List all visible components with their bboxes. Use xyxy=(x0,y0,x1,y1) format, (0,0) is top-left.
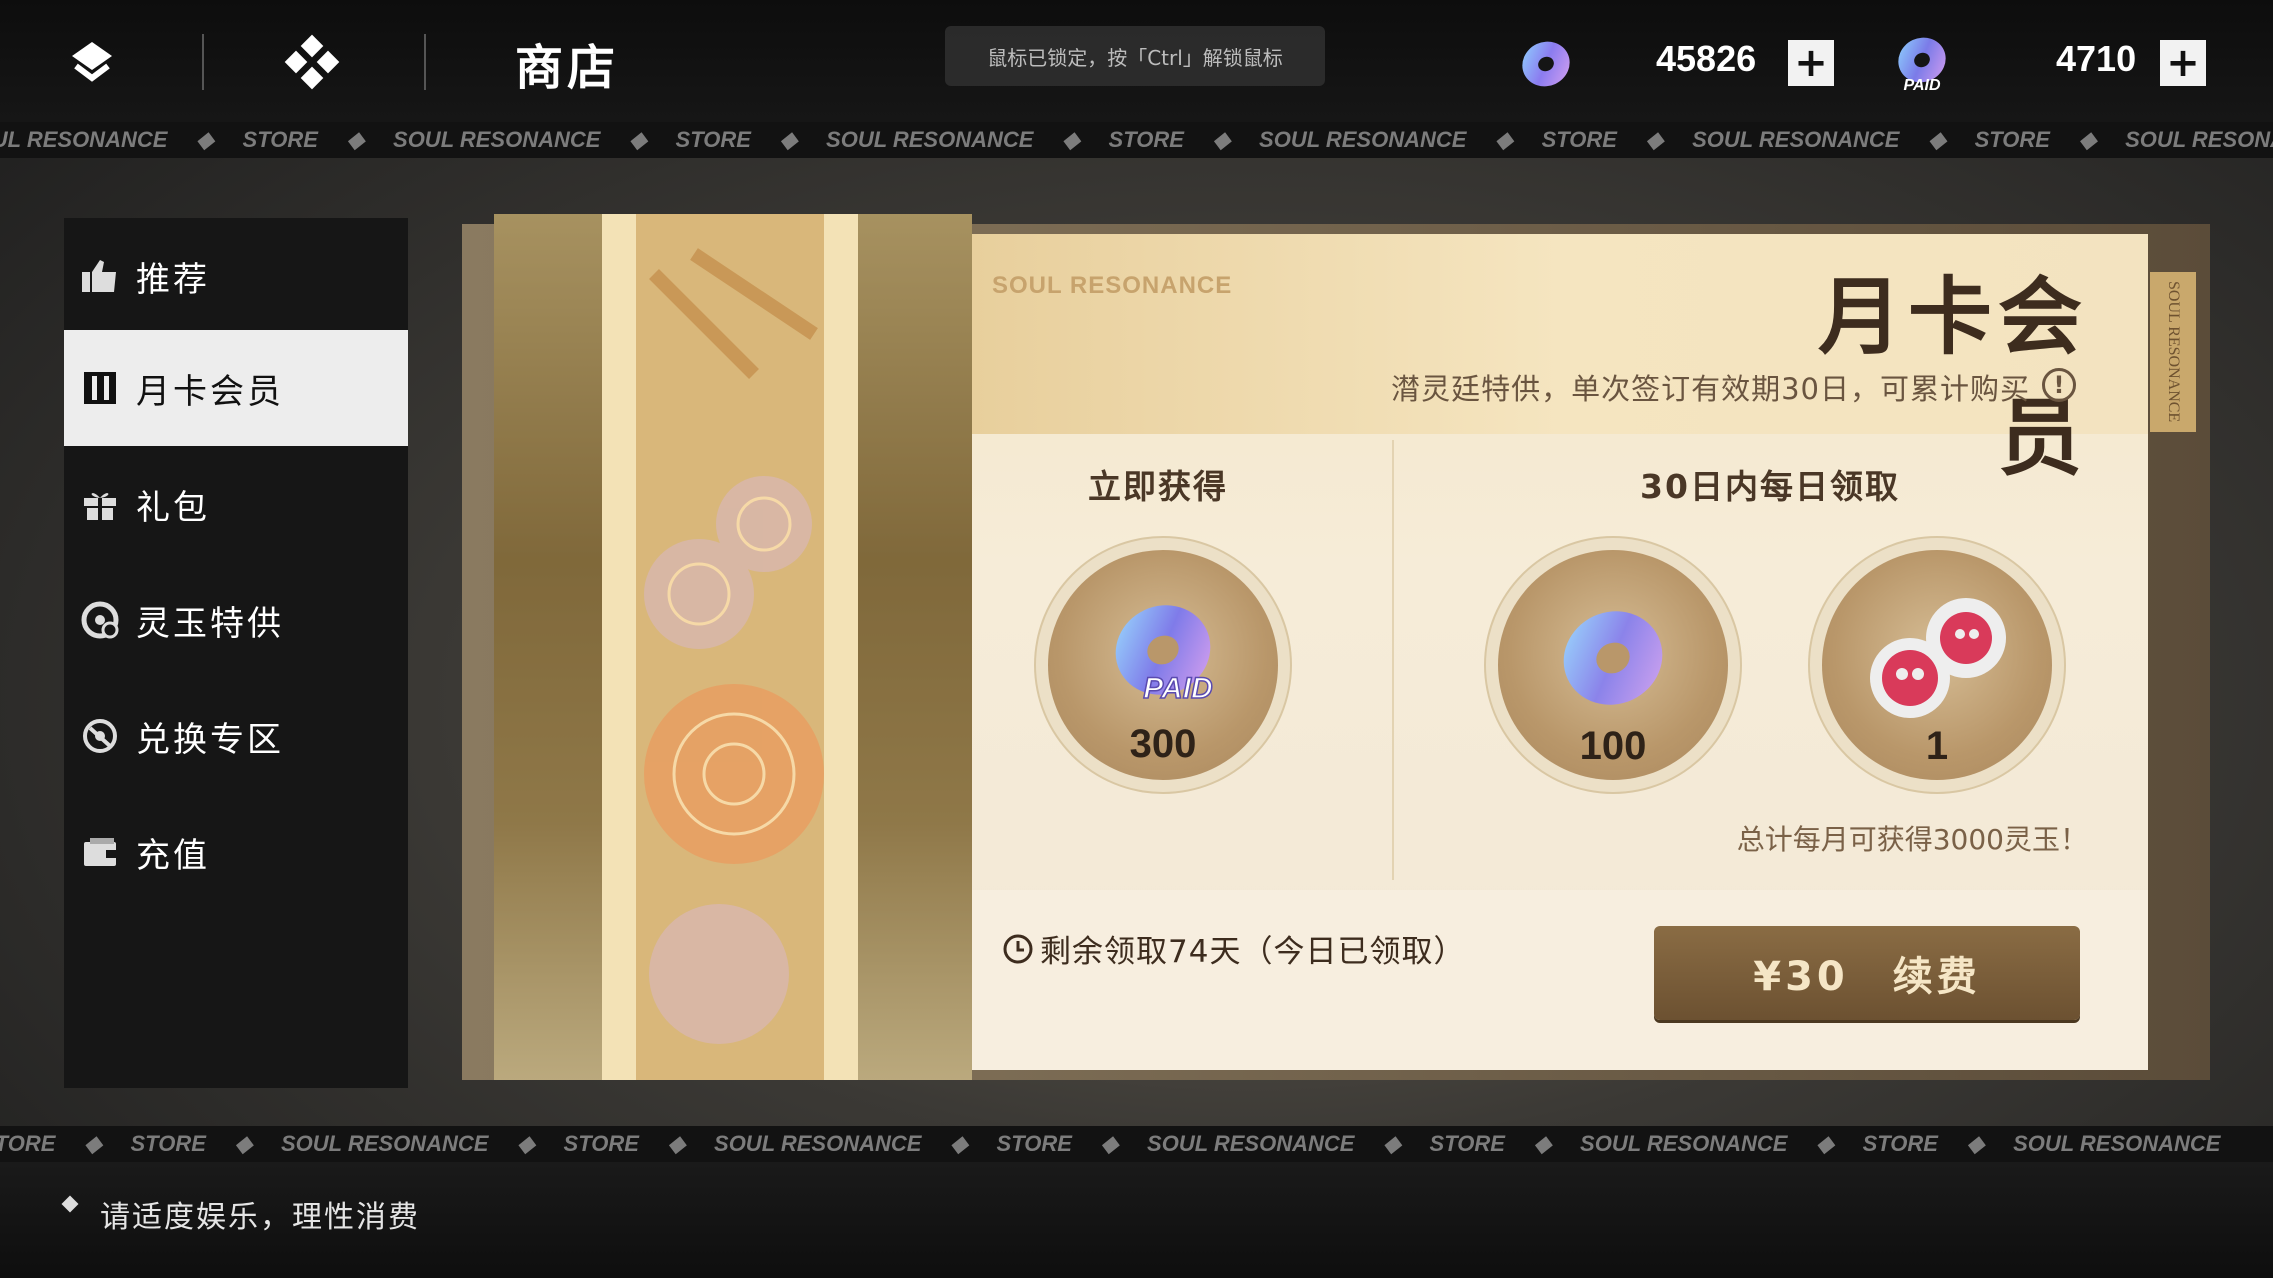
sidebar-item-label: 月卡会员 xyxy=(136,371,284,412)
back-layers-icon[interactable] xyxy=(64,34,120,90)
marquee-brand: SOUL RESONANCE xyxy=(1147,1131,1355,1156)
home-diamond-icon[interactable] xyxy=(284,34,340,90)
section-divider xyxy=(1392,440,1394,880)
marquee-store: STORE xyxy=(1429,1131,1505,1156)
card-brand: SOUL RESONANCE xyxy=(992,272,1233,299)
marquee-brand: SOUL RESONANCE xyxy=(281,1131,489,1156)
remaining-days-text: 剩余领取74天（今日已领取） xyxy=(1040,934,1466,970)
marquee-sep: ◆ xyxy=(780,127,797,152)
card-icon xyxy=(80,368,120,408)
marquee-sep: ◆ xyxy=(1928,127,1946,152)
wallet-icon xyxy=(80,832,120,872)
marquee-sep: ◆ xyxy=(950,1131,968,1156)
renew-button[interactable]: ¥30 续费 xyxy=(1654,926,2080,1020)
page-title: 商店 xyxy=(515,40,620,96)
sidebar-item-label: 兑换专区 xyxy=(136,719,284,760)
side-brand-tag: SOUL RESONANCE xyxy=(2150,272,2196,432)
section-daily-title: 30日内每日领取 xyxy=(1640,467,1900,506)
jade-amount: 45826 xyxy=(1656,38,1757,79)
store-sidebar: 推荐 月卡会员 礼包 灵玉特供 兑换专区 充值 xyxy=(64,218,408,1088)
sidebar-item-recharge[interactable]: 充值 xyxy=(64,794,408,910)
paid-jade-currency-icon: PAID xyxy=(1890,32,1954,100)
marquee-store: STORE xyxy=(1108,127,1184,152)
marquee-brand: SOUL RESONANCE xyxy=(826,127,1034,152)
marquee-store: STORE xyxy=(996,1131,1072,1156)
reward-amount: 100 xyxy=(1579,724,1647,768)
add-paid-jade-button[interactable]: + xyxy=(2160,40,2206,86)
sidebar-item-label: 推荐 xyxy=(136,259,210,300)
monthly-total-note: 总计每月可获得3000灵玉！ xyxy=(1736,823,2088,856)
sidebar-item-label: 灵玉特供 xyxy=(136,603,284,644)
marquee-strip-top: SOUL RESONANCE ◆ STORE ◆ SOUL RESONANCE … xyxy=(0,122,2273,158)
marquee-store: STORE xyxy=(130,1131,206,1156)
section-instant-title: 立即获得 xyxy=(1088,467,1228,506)
marquee-sep: ◆ xyxy=(347,127,364,152)
sidebar-item-exchange[interactable]: 兑换专区 xyxy=(64,678,408,794)
moderation-hint: 请适度娱乐，理性消费 xyxy=(100,1200,420,1235)
remaining-days: 剩余领取74天（今日已领取） xyxy=(1002,926,1465,971)
marquee-sep: ◆ xyxy=(84,1131,102,1156)
marquee-sep: ◆ xyxy=(1101,1131,1118,1156)
top-divider xyxy=(424,34,426,90)
marquee-sep: ◆ xyxy=(1816,1131,1834,1156)
marquee-store: STORE xyxy=(0,1131,56,1156)
jade-currency-icon xyxy=(1516,34,1576,98)
mouse-lock-hint: 鼠标已锁定，按「Ctrl」解锁鼠标 xyxy=(945,26,1325,86)
exchange-icon xyxy=(80,716,120,756)
sidebar-item-recommended[interactable]: 推荐 xyxy=(64,218,408,334)
sidebar-item-gift-pack[interactable]: 礼包 xyxy=(64,446,408,562)
marquee-store: STORE xyxy=(563,1131,639,1156)
sidebar-item-label: 充值 xyxy=(136,835,210,876)
marquee-sep: ◆ xyxy=(2079,127,2096,152)
marquee-sep: ◆ xyxy=(1062,127,1080,152)
marquee-store: STORE xyxy=(675,127,751,152)
jade-icon xyxy=(80,600,120,640)
marquee-store: STORE xyxy=(1862,1131,1938,1156)
marquee-brand: SOUL RESONANCE xyxy=(393,127,601,152)
marquee-sep: ◆ xyxy=(1534,1131,1551,1156)
info-icon[interactable]: ! xyxy=(2042,368,2076,402)
monthly-card-art xyxy=(494,214,972,1080)
card-description: 潸灵廷特供，单次签订有效期30日，可累计购买 xyxy=(1391,372,2030,406)
marquee-sep: ◆ xyxy=(1213,127,1230,152)
marquee-store: STORE xyxy=(242,127,318,152)
marquee-sep: ◆ xyxy=(1495,127,1513,152)
marquee-store: STORE xyxy=(1541,127,1617,152)
paid-badge: PAID xyxy=(1903,77,1940,94)
sidebar-item-jade-offers[interactable]: 灵玉特供 xyxy=(64,562,408,678)
marquee-brand: SOUL RESONANCE xyxy=(1692,127,1900,152)
marquee-sep: ◆ xyxy=(1967,1131,1984,1156)
paid-jade-amount: 4710 xyxy=(2056,38,2137,79)
marquee-brand: SOUL RESONANCE xyxy=(1259,127,1467,152)
marquee-sep: ◆ xyxy=(629,127,647,152)
marquee-brand: SOUL RESONANCE xyxy=(2125,127,2273,152)
marquee-brand: SOUL RESONANCE xyxy=(714,1131,922,1156)
marquee-sep: ◆ xyxy=(234,1131,252,1156)
marquee-sep: ◆ xyxy=(1646,127,1663,152)
marquee-strip-bottom: STORE ◆ STORE ◆ SOUL RESONANCE ◆ STORE ◆… xyxy=(0,1126,2273,1162)
reward-amount: 300 xyxy=(1129,722,1197,766)
reward-paid-badge: PAID xyxy=(1143,672,1212,705)
marquee-sep: ◆ xyxy=(668,1131,685,1156)
sidebar-item-label: 礼包 xyxy=(136,487,210,528)
marquee-sep: ◆ xyxy=(517,1131,535,1156)
add-jade-button[interactable]: + xyxy=(1788,40,1834,86)
sidebar-item-monthly-card[interactable]: 月卡会员 xyxy=(64,330,408,446)
marquee-store: STORE xyxy=(1974,127,2050,152)
marquee-brand: SOUL RESONANCE xyxy=(1580,1131,1788,1156)
marquee-brand: SOUL RESONANCE xyxy=(0,127,168,152)
gift-icon xyxy=(80,484,120,524)
thumbs-up-icon xyxy=(80,256,120,296)
marquee-sep: ◆ xyxy=(1383,1131,1401,1156)
top-divider xyxy=(202,34,204,90)
clock-icon xyxy=(1002,933,1034,965)
marquee-sep: ◆ xyxy=(196,127,214,152)
reward-amount: 1 xyxy=(1925,724,1949,768)
marquee-brand: SOUL RESONANCE xyxy=(2013,1131,2221,1156)
